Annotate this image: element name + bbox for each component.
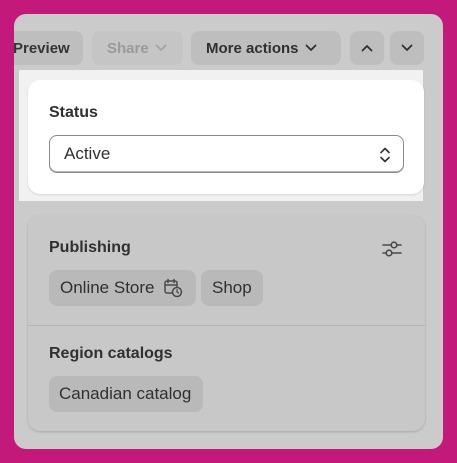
status-select[interactable]: Active <box>49 135 404 173</box>
preview-button[interactable]: Preview <box>14 31 83 65</box>
chevron-up-icon <box>361 44 373 52</box>
chevron-down-icon <box>155 44 167 52</box>
more-actions-button[interactable]: More actions <box>191 31 341 65</box>
status-selected-value: Active <box>64 144 111 163</box>
channel-chip-shop[interactable]: Shop <box>201 270 263 306</box>
publishing-title: Publishing <box>49 239 131 256</box>
product-sidebar-panel: Preview Share More actions Status Active <box>14 14 443 449</box>
channel-label: Shop <box>212 278 252 297</box>
sliders-icon[interactable] <box>381 239 403 259</box>
share-label: Share <box>107 39 149 57</box>
catalog-label: Canadian catalog <box>59 384 192 403</box>
region-catalogs-title: Region catalogs <box>49 345 173 362</box>
chevron-down-icon <box>401 44 413 52</box>
preview-label: Preview <box>14 39 70 57</box>
next-item-button[interactable] <box>390 31 424 65</box>
divider <box>28 325 425 326</box>
select-updown-icon <box>379 146 391 169</box>
status-card: Status Active <box>28 80 424 194</box>
channel-label: Online Store <box>60 278 155 297</box>
calendar-clock-icon <box>163 278 183 303</box>
previous-item-button[interactable] <box>350 31 384 65</box>
more-actions-label: More actions <box>206 39 299 57</box>
catalog-chip-canadian[interactable]: Canadian catalog <box>49 376 203 412</box>
chevron-down-icon <box>305 44 317 52</box>
status-title: Status <box>49 104 98 121</box>
publishing-card: Publishing Online Store Shop Region cata… <box>28 215 425 431</box>
channel-chip-online-store[interactable]: Online Store <box>49 270 196 306</box>
share-button[interactable]: Share <box>92 31 183 65</box>
